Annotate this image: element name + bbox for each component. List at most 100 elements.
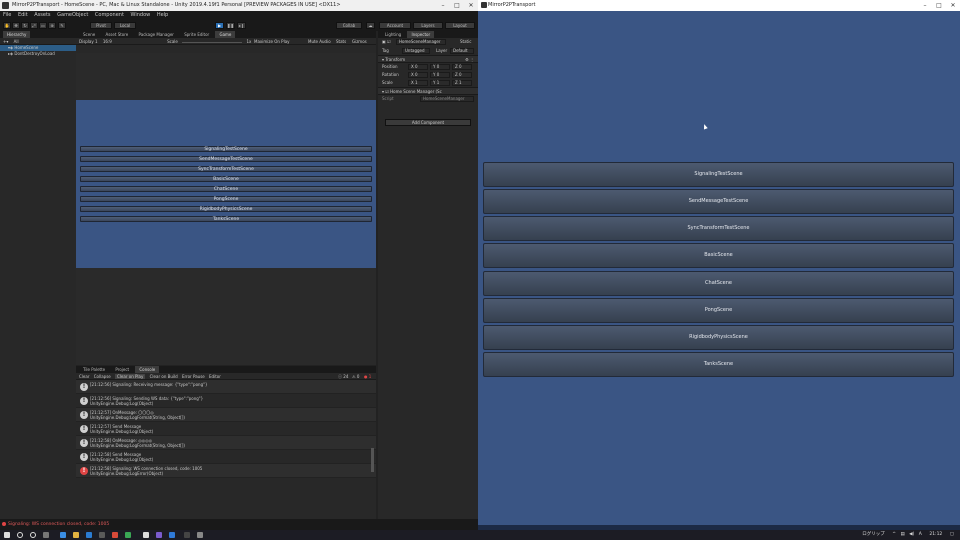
script-field[interactable]: HomeSceneManager: [420, 96, 474, 102]
move-tool-icon[interactable]: ✥: [12, 22, 20, 29]
menu-component[interactable]: Component: [95, 12, 124, 18]
tab-sprite-editor[interactable]: Sprite Editor: [180, 31, 213, 38]
tab-scene[interactable]: Scene: [79, 31, 99, 38]
search-icon[interactable]: [17, 532, 23, 538]
warn-count-badge[interactable]: ⚠ 0: [352, 373, 359, 380]
tab-package-manager[interactable]: Package Manager: [135, 31, 178, 38]
clock[interactable]: 21:12: [929, 532, 942, 537]
unity-title-bar[interactable]: MirrorP2PTransport - HomeScene - PC, Mac…: [0, 0, 478, 11]
rotation-x-field[interactable]: X 0: [408, 72, 428, 78]
unity-taskbar-icon[interactable]: [143, 532, 149, 538]
console-scrollbar[interactable]: [371, 448, 374, 472]
menu-gameobject[interactable]: GameObject: [57, 12, 88, 18]
edge-icon[interactable]: [60, 532, 66, 538]
chevron-up-icon[interactable]: ^: [892, 532, 896, 537]
collab-dropdown[interactable]: Collab: [336, 22, 362, 29]
ime-icon[interactable]: A: [919, 532, 922, 537]
gizmos-dropdown[interactable]: Gizmos: [352, 38, 367, 45]
local-toggle[interactable]: Local: [114, 22, 136, 29]
game-render-area[interactable]: SignalingTestScene SendMessageTestScene …: [76, 100, 376, 268]
position-y-field[interactable]: Y 0: [430, 64, 450, 70]
task-view-icon[interactable]: [43, 532, 49, 538]
custom-tool-icon[interactable]: ✎: [58, 22, 66, 29]
console-log-list[interactable]: ! [21:12:56] Signaling: Receiving message…: [76, 380, 376, 478]
game-tanks-button[interactable]: TanksScene: [80, 216, 372, 222]
layer-dropdown[interactable]: Default: [450, 48, 474, 54]
mail-icon[interactable]: [99, 532, 105, 538]
log-entry[interactable]: ! [21:12:57] Send Message UnityEngine.Debu…: [76, 422, 376, 436]
tab-lighting[interactable]: Lighting: [381, 31, 405, 38]
maximize-on-play-toggle[interactable]: Maximize On Play: [254, 38, 290, 45]
network-icon[interactable]: ▤: [900, 532, 904, 537]
tab-asset-store[interactable]: Asset Store: [101, 31, 132, 38]
sync-transform-test-button[interactable]: SyncTransformTestScene: [483, 216, 954, 241]
cortana-icon[interactable]: [30, 532, 36, 538]
rotate-tool-icon[interactable]: ↻: [21, 22, 29, 29]
add-component-button[interactable]: Add Component: [385, 119, 471, 126]
game-chat-button[interactable]: ChatScene: [80, 186, 372, 192]
mute-audio-toggle[interactable]: Mute Audio: [308, 38, 331, 45]
vscode-icon[interactable]: [169, 532, 175, 538]
tab-tile-palette[interactable]: Tile Palette: [79, 366, 109, 373]
tanks-scene-button[interactable]: TanksScene: [483, 352, 954, 377]
notification-icon[interactable]: ▢: [950, 532, 954, 537]
add-icon[interactable]: +▾: [3, 39, 8, 44]
layout-dropdown[interactable]: Layout: [445, 22, 475, 29]
transform-header[interactable]: ▾ Transform ⚙ ⋮: [378, 55, 478, 63]
pause-button[interactable]: ❚❚: [226, 22, 235, 29]
minimize-icon[interactable]: –: [918, 0, 932, 11]
tab-console[interactable]: Console: [135, 366, 160, 373]
info-count-badge[interactable]: ⓘ 24: [338, 373, 348, 380]
log-entry[interactable]: ! [21:12:56] Signaling: Sending WS data: …: [76, 394, 376, 408]
signaling-test-button[interactable]: SignalingTestScene: [483, 162, 954, 187]
scale-z-field[interactable]: Z 1: [452, 80, 472, 86]
close-icon[interactable]: ✕: [464, 0, 478, 11]
layers-dropdown[interactable]: Layers: [413, 22, 443, 29]
rotation-y-field[interactable]: Y 0: [430, 72, 450, 78]
menu-window[interactable]: Window: [131, 12, 151, 18]
console-clear-button[interactable]: Clear: [79, 374, 89, 379]
tray-text[interactable]: ログリップ: [862, 532, 885, 537]
hierarchy-search-input[interactable]: All: [14, 39, 19, 44]
pong-scene-button[interactable]: PongScene: [483, 298, 954, 323]
display-dropdown[interactable]: Display 1: [79, 39, 98, 44]
game-rigidbody-button[interactable]: RigidbodyPhysicsScene: [80, 206, 372, 212]
console-error-pause-toggle[interactable]: Error Pause: [182, 374, 205, 379]
rotation-z-field[interactable]: Z 0: [452, 72, 472, 78]
log-entry[interactable]: ! [21:12:57] OnMessage: 〇〇〇◎ UnityEngine.D…: [76, 408, 376, 422]
visual-studio-icon[interactable]: [156, 532, 162, 538]
scale-slider[interactable]: [182, 41, 243, 43]
start-icon[interactable]: [4, 532, 10, 538]
volume-icon[interactable]: ◀): [909, 532, 914, 537]
pivot-toggle[interactable]: Pivot: [90, 22, 112, 29]
chat-scene-button[interactable]: ChatScene: [483, 271, 954, 296]
rect-tool-icon[interactable]: ▭: [39, 22, 47, 29]
tab-inspector[interactable]: Inspector: [407, 31, 435, 38]
tab-project[interactable]: Project: [111, 366, 133, 373]
log-entry[interactable]: ! [21:12:58] Send Message UnityEngine.Debu…: [76, 450, 376, 464]
player-title-bar[interactable]: MirrorP2PTransport – □ ✕: [478, 0, 960, 11]
maximize-icon[interactable]: □: [450, 0, 464, 11]
aspect-dropdown[interactable]: 16:9: [103, 39, 112, 44]
object-name-field[interactable]: HomeSceneManager: [396, 39, 446, 45]
store-icon[interactable]: [86, 532, 92, 538]
error-count-badge[interactable]: ● 1: [364, 373, 371, 380]
console-editor-dropdown[interactable]: Editor: [209, 374, 221, 379]
console-clear-on-play-toggle[interactable]: Clear on Play: [115, 374, 146, 379]
menu-help[interactable]: Help: [157, 12, 168, 18]
cloud-icon[interactable]: ☁: [366, 22, 375, 29]
file-explorer-icon[interactable]: [73, 532, 79, 538]
basic-scene-button[interactable]: BasicScene: [483, 243, 954, 268]
step-button[interactable]: ▸❙: [237, 22, 246, 29]
terminal-icon[interactable]: [184, 532, 190, 538]
position-x-field[interactable]: X 0: [408, 64, 428, 70]
account-dropdown[interactable]: Account: [379, 22, 411, 29]
scale-tool-icon[interactable]: ⤢: [30, 22, 38, 29]
component-header[interactable]: ▾ ☑ Home Scene Manager (Sc: [378, 87, 478, 95]
send-message-test-button[interactable]: SendMessageTestScene: [483, 189, 954, 214]
position-z-field[interactable]: Z 0: [452, 64, 472, 70]
tab-game[interactable]: Game: [215, 31, 236, 38]
minimize-icon[interactable]: –: [436, 0, 450, 11]
menu-assets[interactable]: Assets: [34, 12, 50, 18]
rigidbody-physics-scene-button[interactable]: RigidbodyPhysicsScene: [483, 325, 954, 350]
